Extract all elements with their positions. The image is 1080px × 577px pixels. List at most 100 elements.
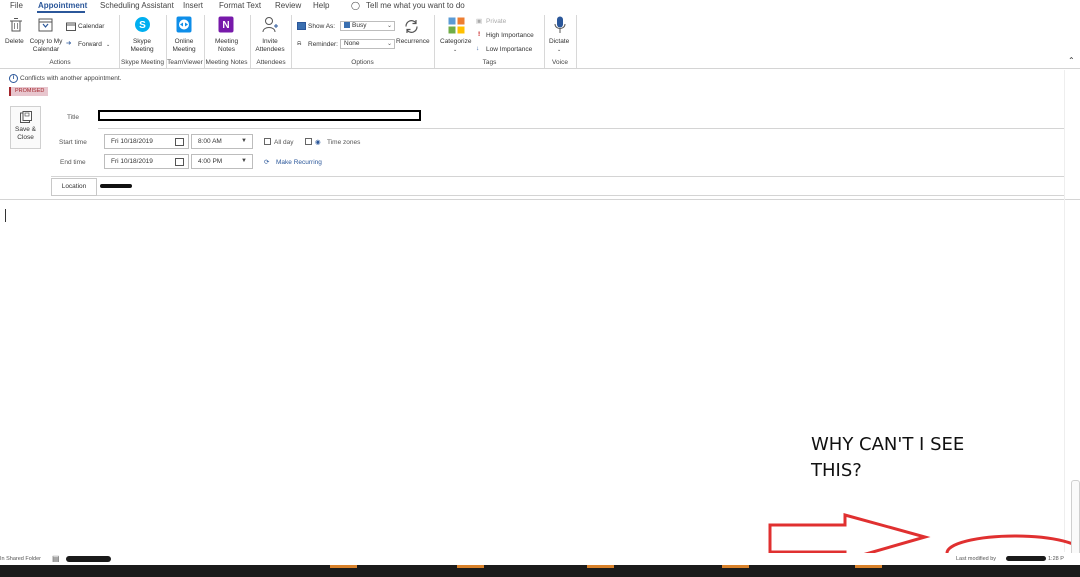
busy-color-swatch — [344, 22, 350, 29]
low-importance-button[interactable]: Low Importance — [486, 46, 532, 54]
trash-icon — [10, 18, 22, 32]
end-time-picker[interactable]: 4:00 PM ▼ — [191, 154, 253, 169]
lightbulb-icon: ◯ — [351, 1, 360, 10]
forward-arrow-icon: ➔ — [66, 40, 72, 47]
scrollbar-thumb[interactable] — [1071, 480, 1080, 556]
last-modified-label: Last modified by — [956, 556, 997, 562]
categorize-button[interactable]: Categorize — [440, 38, 471, 46]
forward-button[interactable]: Forward — [78, 41, 102, 49]
title-underline — [98, 128, 1064, 129]
menu-insert[interactable]: Insert — [183, 1, 203, 10]
recurring-icon: ⟳ — [264, 159, 270, 166]
calendar-icon — [175, 138, 184, 146]
private-button[interactable]: Private — [486, 18, 506, 26]
folder-icon: ▤ — [52, 554, 60, 563]
show-as-value: Busy — [352, 22, 367, 29]
tell-me-search[interactable]: Tell me what you want to do — [366, 1, 465, 10]
globe-icon: ◉ — [315, 139, 321, 146]
recurrence-button[interactable]: Recurrence — [396, 38, 430, 46]
start-time-picker[interactable]: 8:00 AM ▼ — [191, 134, 253, 149]
delete-button[interactable]: Delete — [5, 38, 24, 46]
taskbar-indicator — [330, 565, 357, 568]
calendar-icon — [66, 22, 76, 31]
conflict-message: Conflicts with another appointment. — [20, 75, 122, 82]
title-label: Title — [67, 114, 80, 121]
show-as-icon — [297, 22, 306, 30]
menu-help[interactable]: Help — [313, 1, 329, 10]
message-body[interactable] — [0, 200, 1064, 552]
online-meeting-button[interactable]: Online Meeting — [169, 38, 199, 54]
info-icon: i — [9, 74, 18, 83]
reminder-dropdown[interactable]: None ⌄ — [340, 39, 395, 49]
title-input-redacted[interactable] — [98, 110, 421, 121]
time-zones-checkbox[interactable] — [305, 138, 312, 145]
separator — [434, 15, 435, 68]
categorize-dropdown-icon[interactable]: ⌄ — [453, 46, 457, 54]
make-recurring-link[interactable]: Make Recurring — [276, 159, 322, 166]
collapse-ribbon-icon[interactable]: ⌃ — [1068, 57, 1075, 65]
ribbon: Delete Copy to My Calendar Calendar ➔ Fo… — [0, 13, 1080, 69]
location-underline — [97, 195, 1064, 196]
end-time-label: End time — [60, 159, 86, 166]
forward-dropdown-icon[interactable]: ⌄ — [106, 41, 110, 49]
high-importance-button[interactable]: High Importance — [486, 32, 534, 40]
onenote-icon: N — [218, 16, 234, 33]
all-day-checkbox[interactable] — [264, 138, 271, 145]
taskbar-indicator — [722, 565, 749, 568]
dictate-button[interactable]: Dictate — [549, 38, 569, 46]
recurrence-icon — [405, 20, 418, 33]
group-label-actions: Actions — [49, 59, 71, 66]
location-button[interactable]: Location — [51, 178, 97, 196]
location-redacted[interactable] — [100, 184, 132, 188]
menu-review[interactable]: Review — [275, 1, 301, 10]
bell-icon: ⍾ — [297, 40, 302, 47]
menu-appointment[interactable]: Appointment — [38, 1, 87, 10]
copy-calendar-icon — [38, 18, 53, 32]
menu-scheduling-assistant[interactable]: Scheduling Assistant — [100, 1, 174, 10]
invite-attendees-button[interactable]: Invite Attendees — [254, 38, 286, 54]
category-tag: PROMISED — [9, 87, 48, 96]
status-bar: In Shared Folder ▤ Last modified by 1:28… — [0, 553, 1080, 565]
svg-text:N: N — [222, 20, 229, 31]
group-label-options: Options — [351, 59, 374, 66]
start-date-picker[interactable]: Fri 10/18/2019 — [104, 134, 189, 149]
meeting-notes-button[interactable]: Meeting Notes — [211, 38, 242, 54]
copy-to-my-calendar-button[interactable]: Copy to My Calendar — [29, 38, 63, 54]
modified-time-fragment: 1:28 P — [1048, 556, 1064, 562]
show-as-label: Show As: — [308, 23, 336, 30]
group-label-tags: Tags — [482, 59, 497, 66]
svg-text:S: S — [139, 20, 146, 31]
microphone-icon — [554, 16, 566, 33]
chevron-down-icon: ▼ — [241, 138, 247, 144]
reminder-label: Reminder: — [308, 41, 338, 48]
start-time-value: 8:00 AM — [198, 138, 222, 145]
teamviewer-icon — [176, 16, 192, 33]
dictate-dropdown-icon[interactable]: ⌄ — [557, 46, 561, 54]
save-icon — [19, 111, 32, 123]
show-as-dropdown[interactable]: Busy ⌄ — [340, 21, 395, 31]
taskbar-indicator — [855, 565, 882, 568]
skype-meeting-button[interactable]: Skype Meeting — [126, 38, 158, 54]
group-label-voice: Voice — [552, 59, 568, 66]
high-importance-icon: ! — [478, 31, 481, 38]
menu-bar: File Appointment Scheduling Assistant In… — [0, 0, 1080, 13]
time-zones-label: Time zones — [327, 139, 361, 146]
reminder-value: None — [344, 40, 360, 47]
end-date-picker[interactable]: Fri 10/18/2019 — [104, 154, 189, 169]
taskbar — [0, 565, 1080, 577]
group-label-meeting-notes: Meeting Notes — [205, 59, 248, 66]
folder-owner-redacted — [66, 556, 111, 562]
invite-attendees-icon — [262, 17, 278, 33]
separator — [576, 15, 577, 68]
skype-icon: S — [135, 17, 150, 32]
low-importance-icon: ↓ — [476, 45, 480, 52]
menu-file[interactable]: File — [10, 1, 23, 10]
menu-format-text[interactable]: Format Text — [219, 1, 261, 10]
calendar-button[interactable]: Calendar — [78, 23, 104, 31]
categorize-icon — [448, 17, 465, 34]
save-close-button[interactable]: Save & Close — [10, 106, 41, 149]
taskbar-indicator — [457, 565, 484, 568]
annotation-text: WHY CAN'T I SEE THIS? — [811, 434, 965, 481]
start-time-label: Start time — [59, 139, 87, 146]
end-time-value: 4:00 PM — [198, 158, 223, 165]
